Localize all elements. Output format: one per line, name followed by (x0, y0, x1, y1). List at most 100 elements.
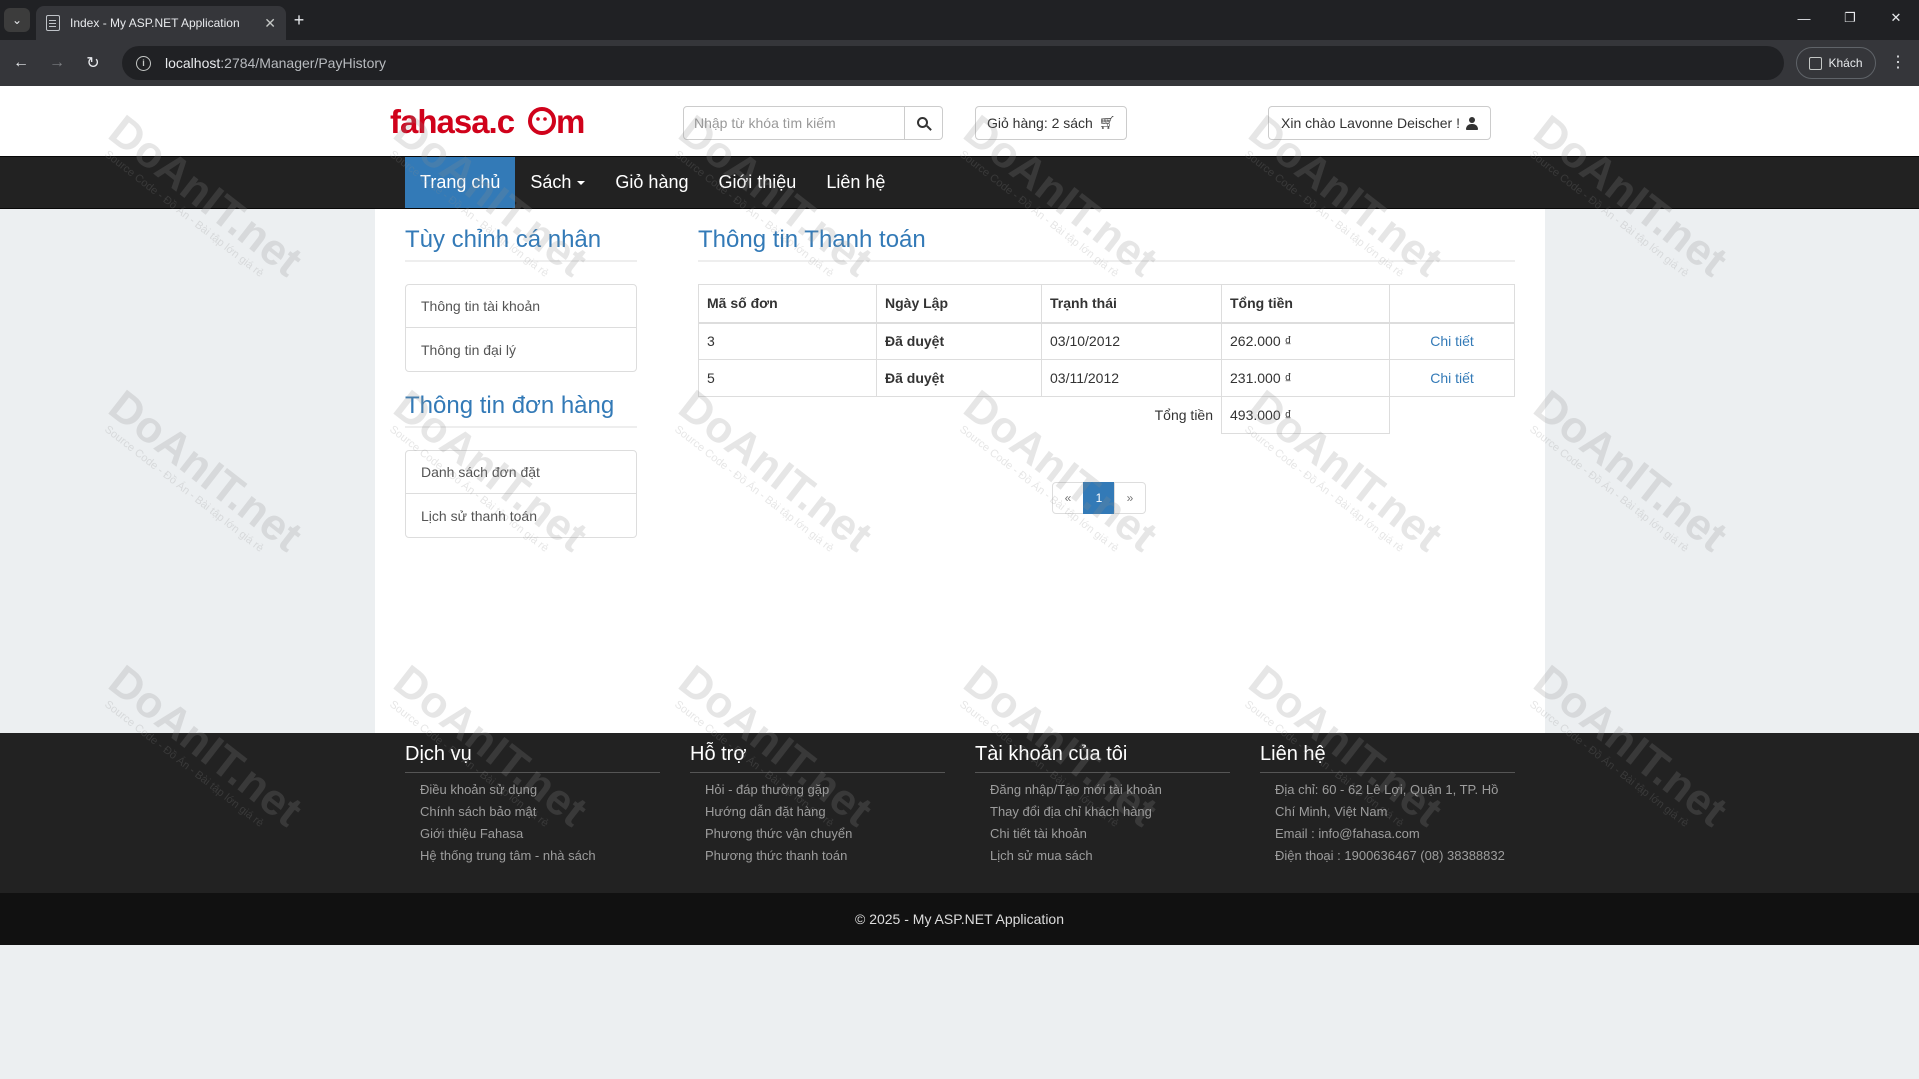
footer-link[interactable]: Phương thức vận chuyển (690, 823, 945, 845)
column-header: Tổng tiền (1221, 284, 1390, 324)
fahasa-logo-icon: fahasa.c m (390, 103, 585, 140)
svg-text:m: m (556, 103, 584, 140)
window-controls: — ❐ ✕ (1781, 0, 1919, 36)
nav-contact[interactable]: Liên hệ (811, 157, 900, 208)
url-host: localhost (165, 55, 221, 71)
page-viewport: fahasa.c m Giỏ hàng: 2 sách 🛒︎ Xin chào … (0, 86, 1919, 1079)
browser-menu-icon[interactable]: ⋮ (1890, 52, 1906, 72)
footer-address: Địa chỉ: 60 - 62 Lê Lợi, Quận 1, TP. Hồ … (1275, 782, 1499, 819)
footer-link[interactable]: Chính sách bảo mật (405, 801, 660, 823)
account-sidebar: Tùy chỉnh cá nhân Thông tin tài khoản Th… (405, 226, 637, 558)
footer-col-services: Dịch vụ Điều khoản sử dụng Chính sách bả… (405, 743, 660, 867)
footer-link[interactable]: Đăng nhập/Tạo mới tài khoản (975, 779, 1230, 801)
empty-cell (1390, 397, 1515, 434)
user-greeting-button[interactable]: Xin chào Lavonne Deischer ! (1268, 106, 1491, 140)
browser-tab-bar: ⌄ Index - My ASP.NET Application ✕ + — ❐… (0, 0, 1919, 40)
page-favicon-icon (46, 15, 60, 31)
url-path: :2784/Manager/PayHistory (220, 55, 387, 71)
footer-link[interactable]: Hướng dẫn đặt hàng (690, 801, 945, 823)
search-button[interactable] (905, 106, 943, 140)
pagination-next[interactable]: » (1114, 482, 1146, 514)
back-arrow-icon[interactable]: ← (8, 50, 34, 76)
new-tab-button[interactable]: + (286, 8, 312, 32)
address-bar[interactable]: i localhost:2784/Manager/PayHistory (122, 46, 1784, 80)
footer-phone: Điện thoại : 1900636467 (08) 38388832 (1275, 848, 1505, 863)
nav-about[interactable]: Giới thiệu (703, 157, 811, 208)
payment-content: Thông tin Thanh toán Mã số đơn Ngày Lập … (698, 226, 1515, 434)
browser-tab[interactable]: Index - My ASP.NET Application ✕ (36, 6, 286, 40)
copyright-bar: © 2025 - My ASP.NET Application (0, 893, 1919, 945)
tab-title: Index - My ASP.NET Application (70, 16, 240, 30)
amount-cell: 262.000 ₫ (1221, 322, 1390, 360)
minimize-icon[interactable]: — (1781, 0, 1827, 36)
footer-link[interactable]: Chi tiết tài khoản (975, 823, 1230, 845)
personal-settings-heading: Tùy chỉnh cá nhân (405, 226, 637, 262)
total-row: Tổng tiền 493.000 ₫ (698, 396, 1515, 434)
search-icon (917, 116, 928, 128)
svg-text:fahasa.c: fahasa.c (390, 103, 515, 140)
site-footer: Dịch vụ Điều khoản sử dụng Chính sách bả… (0, 733, 1919, 893)
column-header: Ngày Lập (876, 284, 1042, 324)
footer-link[interactable]: Lịch sử mua sách (975, 845, 1230, 867)
main-navbar: Trang chủ Sách Giỏ hàng Giới thiệu Liên … (0, 156, 1919, 209)
tab-search-button[interactable]: ⌄ (4, 8, 30, 32)
site-logo[interactable]: fahasa.c m (390, 102, 590, 142)
footer-link[interactable]: Hỏi - đáp thường gặp (690, 779, 945, 801)
order-id-cell: 3 (698, 322, 877, 360)
search-form (683, 106, 943, 140)
user-greeting-label: Xin chào Lavonne Deischer ! (1281, 115, 1460, 131)
close-tab-icon[interactable]: ✕ (264, 15, 276, 32)
site-header: fahasa.c m Giỏ hàng: 2 sách 🛒︎ Xin chào … (0, 86, 1919, 156)
forward-arrow-icon[interactable]: → (44, 50, 70, 76)
pagination-page[interactable]: 1 (1083, 482, 1115, 514)
amount-cell: 231.000 ₫ (1221, 359, 1390, 397)
total-value: 493.000 ₫ (1221, 396, 1390, 434)
nav-books-label: Sách (530, 172, 572, 192)
date-cell: 03/11/2012 (1041, 359, 1222, 397)
reload-icon[interactable]: ↻ (80, 50, 106, 76)
cart-label: Giỏ hàng: 2 sách (987, 115, 1093, 131)
personal-settings-list: Thông tin tài khoản Thông tin đại lý (405, 284, 637, 372)
table-row: 3 Đã duyệt 03/10/2012 262.000 ₫ Chi tiết (698, 322, 1515, 360)
nav-books-dropdown[interactable]: Sách (515, 157, 600, 208)
footer-col-account: Tài khoản của tôi Đăng nhập/Tạo mới tài … (975, 743, 1230, 867)
total-label: Tổng tiền (698, 396, 1222, 434)
browser-toolbar: ← → ↻ i localhost:2784/Manager/PayHistor… (0, 40, 1919, 86)
date-cell: 03/10/2012 (1041, 322, 1222, 360)
payment-table: Mã số đơn Ngày Lập Trạnh thái Tổng tiền … (698, 284, 1515, 434)
restore-icon[interactable]: ❐ (1827, 0, 1873, 36)
footer-link[interactable]: Phương thức thanh toán (690, 845, 945, 867)
search-input[interactable] (683, 106, 905, 140)
sidebar-item-agency-info[interactable]: Thông tin đại lý (406, 328, 636, 371)
cart-button[interactable]: Giỏ hàng: 2 sách 🛒︎ (975, 106, 1128, 140)
footer-link[interactable]: Hệ thống trung tâm - nhà sách (405, 845, 660, 867)
user-icon (1466, 116, 1478, 130)
profile-label: Khách (1828, 56, 1863, 70)
detail-link[interactable]: Chi tiết (1389, 359, 1515, 397)
profile-button[interactable]: Khách (1796, 47, 1876, 79)
column-header (1389, 284, 1515, 324)
footer-heading: Hỗ trợ (690, 743, 945, 773)
footer-col-support: Hỗ trợ Hỏi - đáp thường gặp Hướng dẫn đặ… (690, 743, 945, 867)
footer-link[interactable]: Thay đổi địa chỉ khách hàng (975, 801, 1230, 823)
sidebar-item-payment-history[interactable]: Lịch sử thanh toán (406, 494, 636, 537)
close-window-icon[interactable]: ✕ (1873, 0, 1919, 36)
nav-home[interactable]: Trang chủ (405, 157, 516, 208)
pagination: « 1 » (1052, 482, 1146, 514)
footer-col-contact: Liên hệ Địa chỉ: 60 - 62 Lê Lợi, Quận 1,… (1260, 743, 1515, 867)
footer-link[interactable]: Giới thiệu Fahasa (405, 823, 660, 845)
footer-link[interactable]: Điều khoản sử dụng (405, 779, 660, 801)
sidebar-item-account-info[interactable]: Thông tin tài khoản (406, 285, 636, 328)
nav-cart[interactable]: Giỏ hàng (600, 157, 703, 208)
site-info-icon[interactable]: i (136, 55, 151, 71)
table-row: 5 Đã duyệt 03/11/2012 231.000 ₫ Chi tiết (698, 359, 1515, 397)
shopping-cart-icon: 🛒︎ (1098, 115, 1116, 130)
column-header: Mã số đơn (698, 284, 877, 324)
sidebar-item-order-list[interactable]: Danh sách đơn đặt (406, 451, 636, 494)
page-title: Thông tin Thanh toán (698, 226, 1515, 262)
pagination-prev[interactable]: « (1052, 482, 1084, 514)
footer-heading: Dịch vụ (405, 743, 660, 773)
detail-link[interactable]: Chi tiết (1389, 322, 1515, 360)
column-header: Trạnh thái (1041, 284, 1222, 324)
caret-down-icon (577, 180, 586, 185)
